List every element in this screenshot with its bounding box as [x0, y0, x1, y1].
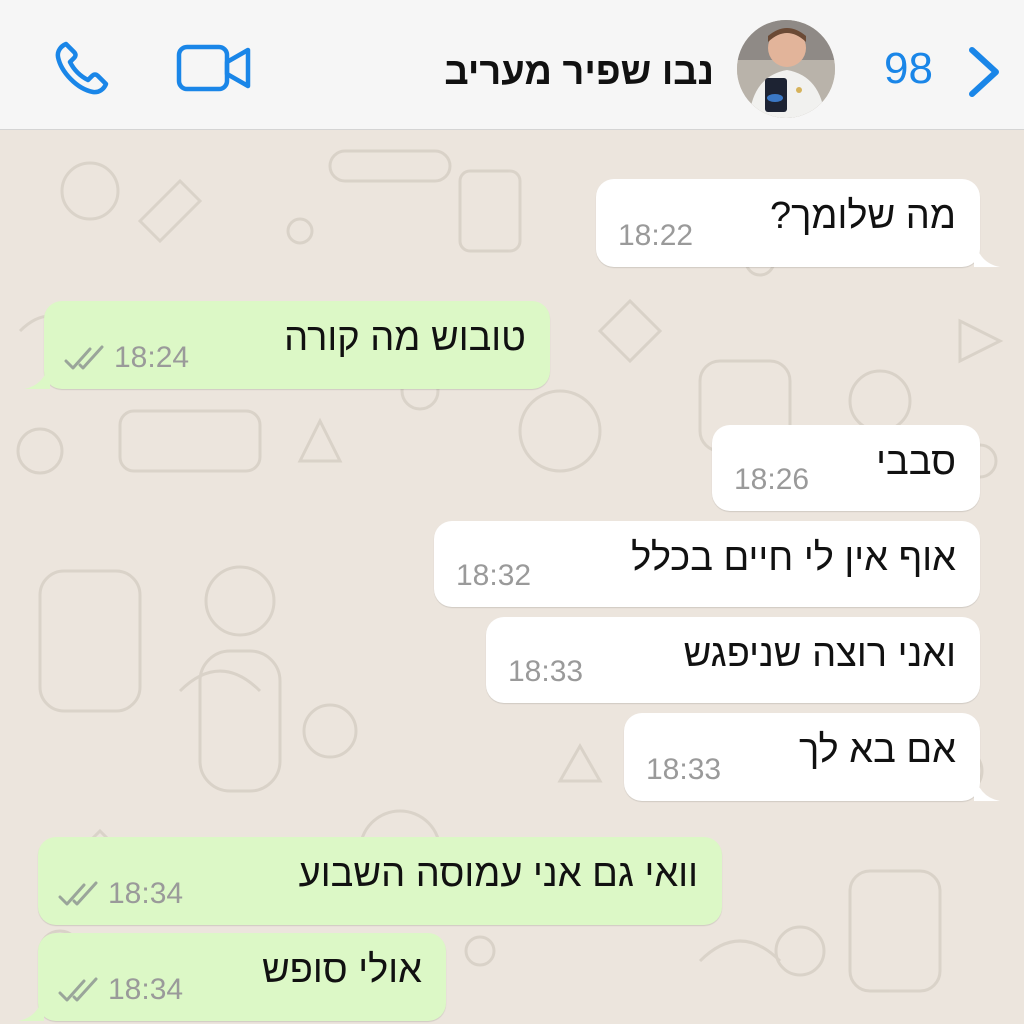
message-time: 18:33	[646, 753, 722, 786]
message-list[interactable]: מה שלומך? 18:22 טובוש מה קורה 18:24 סבבי…	[0, 131, 1024, 1024]
message-text: אולי סופש	[262, 949, 422, 991]
message-time: 18:22	[618, 219, 694, 252]
message-time: 18:34	[108, 877, 184, 910]
back-unread-count[interactable]: 98	[884, 44, 933, 94]
contact-name[interactable]: נבו שפיר מעריב	[444, 50, 714, 94]
message-bubble-outgoing[interactable]: אולי סופש 18:34	[18, 933, 446, 1021]
message-text: ואני רוצה שניפגש	[683, 633, 956, 675]
avatar-photo	[737, 20, 835, 118]
message-time: 18:33	[508, 655, 584, 688]
message-bubble-outgoing[interactable]: טובוש מה קורה 18:24	[24, 301, 550, 389]
message-bubble-incoming[interactable]: אם בא לך 18:33	[624, 713, 1000, 801]
message-text: טובוש מה קורה	[284, 317, 526, 359]
message-text: וואי גם אני עמוסה השבוע	[298, 853, 698, 895]
message-time: 18:26	[734, 463, 810, 496]
message-bubble-incoming[interactable]: מה שלומך? 18:22	[596, 179, 1000, 267]
chevron-right-icon[interactable]	[962, 44, 1006, 100]
message-text: מה שלומך?	[769, 195, 956, 237]
chat-header: נבו שפיר מעריב 98	[0, 0, 1024, 130]
bubble-tail	[974, 771, 1000, 801]
bubble-tail	[24, 359, 50, 389]
read-receipt-icon	[64, 345, 104, 370]
phone-icon[interactable]	[52, 38, 112, 98]
read-receipt-icon	[58, 881, 98, 906]
message-text: אוף אין לי חיים בכלל	[631, 537, 956, 579]
message-text: אם בא לך	[798, 729, 956, 771]
message-time: 18:32	[456, 559, 532, 592]
read-receipt-icon	[58, 977, 98, 1002]
message-time: 18:24	[114, 341, 190, 374]
message-bubble-incoming[interactable]: ואני רוצה שניפגש 18:33	[486, 617, 980, 703]
message-bubble-outgoing[interactable]: וואי גם אני עמוסה השבוע 18:34	[38, 837, 722, 925]
message-time: 18:34	[108, 973, 184, 1006]
video-camera-icon[interactable]	[176, 42, 252, 94]
bubble-tail	[974, 237, 1000, 267]
bubble-tail	[18, 991, 44, 1021]
message-bubble-incoming[interactable]: סבבי 18:26	[712, 425, 980, 511]
message-text: סבבי	[876, 441, 956, 483]
avatar[interactable]	[737, 20, 835, 118]
message-bubble-incoming[interactable]: אוף אין לי חיים בכלל 18:32	[434, 521, 980, 607]
